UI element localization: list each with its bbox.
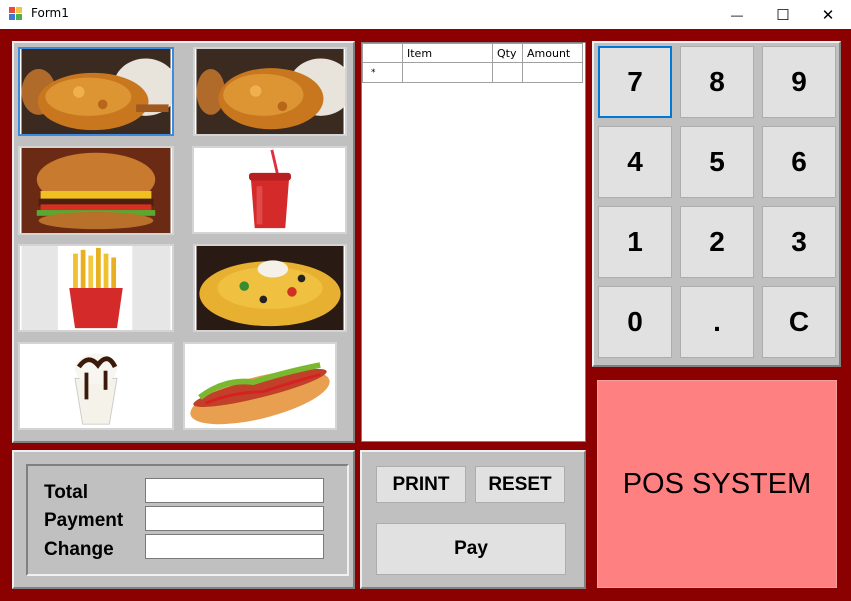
fries-icon [21, 246, 171, 330]
key-3[interactable]: 3 [762, 206, 836, 278]
title-bar: Form1 — ☐ ✕ [0, 0, 851, 29]
fried-chicken-icon [21, 49, 172, 134]
food-button-sundae[interactable] [18, 342, 174, 430]
nachos-icon [196, 246, 344, 330]
food-button-soda[interactable] [192, 146, 347, 234]
grid-header-row: Item Qty Amount [362, 43, 583, 63]
key-7[interactable]: 7 [598, 46, 672, 118]
grid-row-header-corner [362, 43, 403, 63]
maximize-icon: ☐ [776, 6, 790, 24]
grid-new-row[interactable]: * [362, 62, 583, 83]
grid-cell-qty[interactable] [492, 62, 523, 83]
sundae-icon [21, 344, 171, 428]
payment-field[interactable] [145, 506, 324, 531]
pos-banner: POS SYSTEM [597, 380, 837, 588]
food-button-nachos[interactable] [193, 244, 347, 332]
fried-chicken-icon [196, 49, 345, 134]
key-4[interactable]: 4 [598, 126, 672, 198]
grid-column-item[interactable]: Item [402, 43, 493, 63]
payment-label: Payment [44, 510, 124, 531]
grid-cell-amount[interactable] [522, 62, 583, 83]
form-icon [9, 7, 23, 21]
minimize-button[interactable]: — [714, 0, 760, 29]
change-label: Change [44, 539, 114, 560]
grid-column-qty[interactable]: Qty [492, 43, 523, 63]
food-button-hotdog[interactable] [183, 342, 337, 430]
grid-column-amount[interactable]: Amount [522, 43, 583, 63]
food-button-fried-chicken-1[interactable] [18, 47, 174, 136]
order-grid[interactable]: Item Qty Amount * [361, 42, 586, 442]
key-6[interactable]: 6 [762, 126, 836, 198]
burger-icon [21, 148, 171, 233]
food-button-burger[interactable] [18, 146, 174, 235]
pos-banner-text: POS SYSTEM [622, 467, 812, 500]
window-title: Form1 [31, 6, 69, 20]
food-button-fried-chicken-2[interactable] [193, 47, 347, 136]
key-0[interactable]: 0 [598, 286, 672, 358]
key-9[interactable]: 9 [762, 46, 836, 118]
close-button[interactable]: ✕ [805, 0, 851, 29]
key-1[interactable]: 1 [598, 206, 672, 278]
minimize-icon: — [731, 7, 743, 22]
key-5[interactable]: 5 [680, 126, 754, 198]
maximize-button[interactable]: ☐ [760, 0, 806, 29]
key-8[interactable]: 8 [680, 46, 754, 118]
grid-cell-item[interactable] [402, 62, 493, 83]
change-field[interactable] [145, 534, 324, 559]
food-button-fries[interactable] [18, 244, 174, 332]
reset-button[interactable]: RESET [475, 466, 565, 503]
print-button[interactable]: PRINT [376, 466, 466, 503]
hotdog-icon [186, 344, 334, 428]
close-icon: ✕ [821, 6, 835, 24]
grid-new-row-marker: * [362, 62, 403, 83]
pay-button[interactable]: Pay [376, 523, 566, 575]
soda-cup-icon [195, 148, 344, 232]
key-decimal[interactable]: . [680, 286, 754, 358]
total-label: Total [44, 482, 88, 503]
key-clear[interactable]: C [762, 286, 836, 358]
key-2[interactable]: 2 [680, 206, 754, 278]
total-field[interactable] [145, 478, 324, 503]
